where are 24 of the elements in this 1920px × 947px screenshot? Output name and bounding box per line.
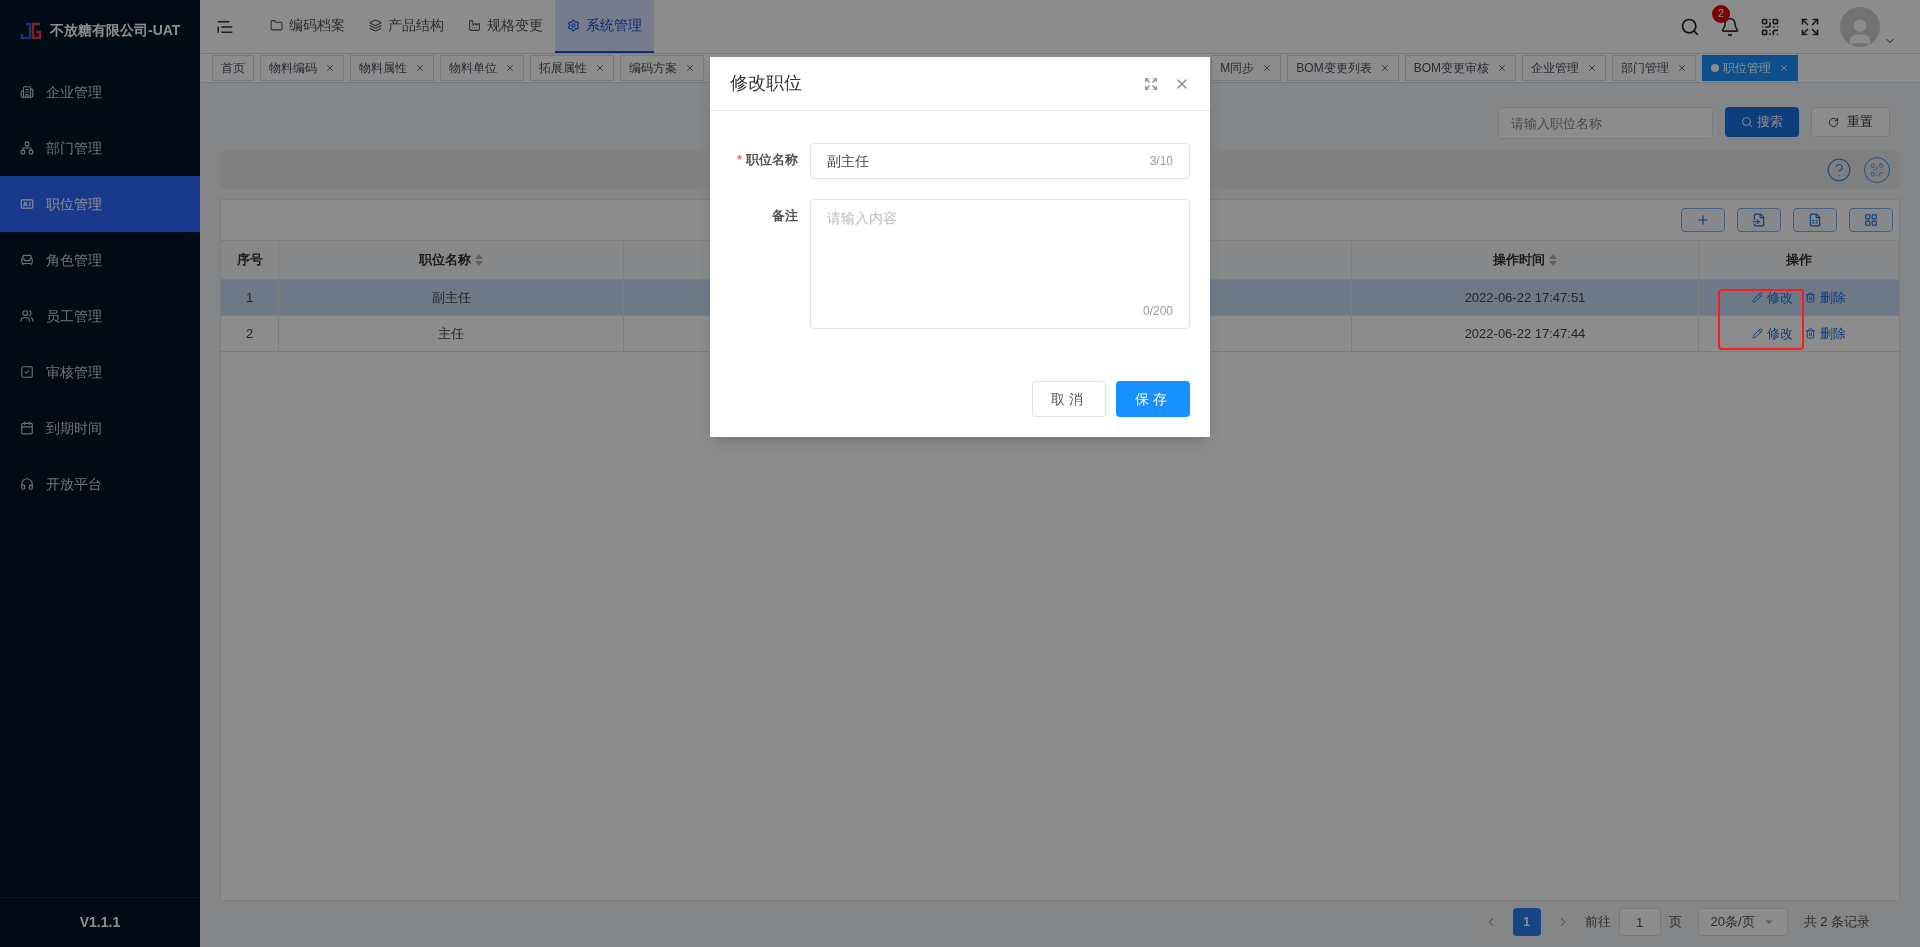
- column-header: 职位名称: [419, 251, 471, 270]
- table-cell-text: 2: [245, 324, 254, 343]
- required-mark: *: [736, 151, 742, 170]
- column-header: 序号: [236, 251, 263, 270]
- char-counter: 3/10: [1149, 153, 1173, 170]
- table-cell-text: 主任: [438, 324, 464, 343]
- char-counter: 0/200: [1142, 303, 1173, 320]
- version-label: V1.1.1: [79, 913, 121, 932]
- page-unit: 页: [1668, 913, 1682, 932]
- table-cell-text: 2022-06-22 17:47:51: [1464, 288, 1586, 307]
- table-cell-text: 1: [245, 288, 254, 307]
- company-name: 不放糖有限公司-UAT: [50, 20, 181, 40]
- field-label: 备注: [772, 207, 798, 226]
- dialog-title: 修改职位: [730, 72, 802, 95]
- column-header: 操作时间: [1493, 251, 1545, 270]
- total-count: 共 2 条记录: [1803, 913, 1870, 932]
- goto-label: 前往: [1584, 913, 1611, 932]
- notification-badge: 2: [1712, 4, 1730, 23]
- placeholder-text: 请输入内容: [827, 209, 898, 228]
- table-cell-text: 副主任: [431, 288, 471, 307]
- field-value: 副主任: [827, 151, 869, 171]
- field-label: 职位名称: [746, 151, 798, 170]
- column-header: 操作: [1785, 251, 1812, 270]
- table-cell-text: 2022-06-22 17:47:44: [1464, 324, 1586, 343]
